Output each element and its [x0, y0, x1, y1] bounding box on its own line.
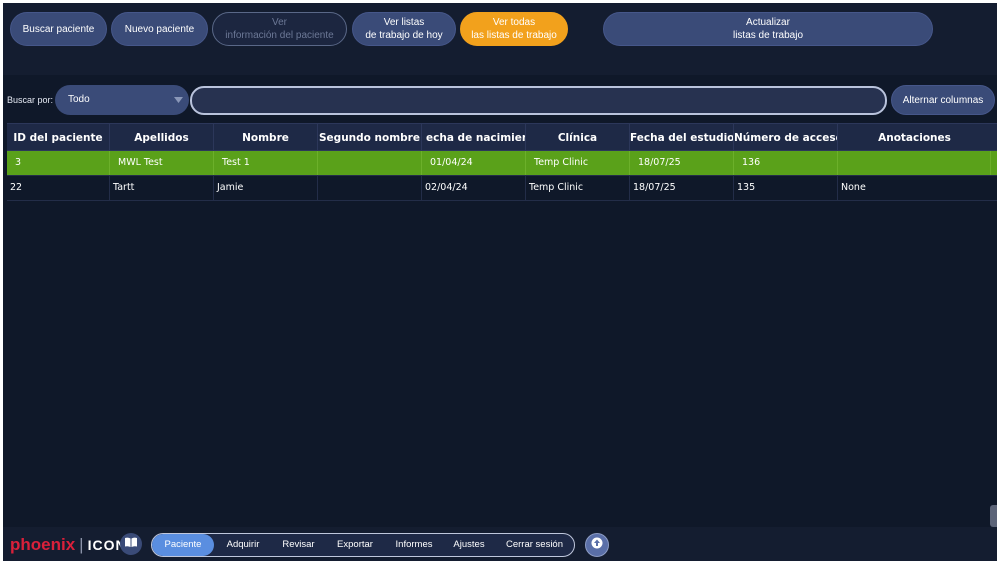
book-icon — [124, 535, 138, 553]
nav-item-patient[interactable]: Paciente — [152, 534, 214, 556]
bottom-navigation: phoenix | ICON Paciente Adquirir Revisar E… — [3, 527, 997, 561]
nav-item-settings[interactable]: Ajustes — [443, 534, 495, 556]
table-row[interactable]: 22 Tartt Jamie 02/04/24 Temp Clinic 18/0… — [7, 176, 997, 201]
main-nav: Paciente Adquirir Revisar Exportar Infor… — [151, 533, 575, 557]
nav-item-logout[interactable]: Cerrar sesión — [495, 534, 574, 556]
column-header-middle-name[interactable]: Segundo nombre — [318, 124, 422, 152]
cell-annotations — [838, 151, 991, 175]
column-header-study-date[interactable]: Fecha del estudio — [630, 124, 734, 152]
toggle-columns-label: Alternar columnas — [902, 95, 984, 106]
cell-accession-number: 136 — [734, 151, 838, 175]
all-worklists-line2: las listas de trabajo — [471, 30, 557, 41]
column-header-patient-id[interactable]: ID del paciente — [7, 124, 110, 152]
column-header-last-name[interactable]: Apellidos — [110, 124, 214, 152]
all-worklists-button[interactable]: Ver todas las listas de trabajo — [460, 12, 568, 46]
all-worklists-line1: Ver todas — [492, 17, 536, 28]
cell-first-name: Test 1 — [214, 151, 318, 175]
cell-clinic: Temp Clinic — [526, 151, 630, 175]
search-field-value: Todo — [68, 94, 90, 105]
cell-study-date: 18/07/25 — [630, 151, 734, 175]
phoenix-icon-logo: phoenix | ICON — [10, 535, 127, 555]
cell-first-name: Jamie — [214, 176, 318, 200]
column-header-first-name[interactable]: Nombre — [214, 124, 318, 152]
column-header-clinic[interactable]: Clínica — [526, 124, 630, 152]
today-worklists-line1: Ver listas — [383, 17, 425, 28]
worklist-table: ID del paciente Apellidos Nombre Segundo… — [7, 123, 997, 201]
chevron-down-icon — [174, 85, 183, 127]
view-patient-info-button[interactable]: Ver información del paciente — [212, 12, 347, 46]
cell-middle-name — [318, 176, 422, 200]
new-patient-button[interactable]: Nuevo paciente — [111, 12, 208, 46]
logo-brand: phoenix — [10, 535, 76, 554]
search-patient-label: Buscar paciente — [22, 23, 95, 35]
nav-item-review[interactable]: Revisar — [272, 534, 325, 556]
cell-clinic: Temp Clinic — [526, 176, 630, 200]
column-header-annotations[interactable]: Anotaciones — [838, 124, 991, 152]
search-field-select[interactable]: Todo — [55, 85, 189, 115]
refresh-worklists-line2: listas de trabajo — [732, 30, 804, 41]
manual-button[interactable] — [120, 533, 142, 555]
table-header: ID del paciente Apellidos Nombre Segundo… — [7, 123, 997, 152]
toggle-columns-button[interactable]: Alternar columnas — [891, 85, 995, 115]
cell-middle-name — [318, 151, 422, 175]
today-worklists-button[interactable]: Ver listas de trabajo de hoy — [352, 12, 456, 46]
cell-last-name: Tartt — [110, 176, 214, 200]
cell-patient-id: 22 — [7, 176, 110, 200]
column-header-birth-date[interactable]: echa de nacimient — [422, 124, 526, 152]
app-window: Buscar paciente Nuevo paciente Ver infor… — [3, 3, 997, 561]
search-patient-button[interactable]: Buscar paciente — [10, 12, 107, 46]
cell-last-name: MWL Test — [110, 151, 214, 175]
logo-separator: | — [79, 535, 84, 554]
refresh-worklists-line1: Actualizar — [746, 17, 790, 28]
cell-study-date: 18/07/25 — [630, 176, 734, 200]
upload-button[interactable] — [585, 533, 609, 557]
cell-accession-number: 135 — [734, 176, 838, 200]
side-panel-handle[interactable] — [990, 505, 997, 527]
search-row: Buscar por: Todo Alternar columnas — [3, 75, 997, 123]
nav-item-export[interactable]: Exportar — [325, 534, 385, 556]
cell-birth-date: 01/04/24 — [422, 151, 526, 175]
today-worklists-line2: de trabajo de hoy — [365, 30, 443, 41]
table-row[interactable]: 3 MWL Test Test 1 01/04/24 Temp Clinic 1… — [7, 151, 997, 176]
search-by-label: Buscar por: — [7, 95, 54, 105]
nav-item-acquire[interactable]: Adquirir — [214, 534, 272, 556]
nav-item-reports[interactable]: Informes — [385, 534, 443, 556]
view-patient-info-line1: Ver — [271, 17, 287, 28]
view-patient-info-line2: información del paciente — [225, 30, 334, 41]
cell-birth-date: 02/04/24 — [422, 176, 526, 200]
cell-annotations: None — [841, 182, 866, 193]
refresh-worklists-button[interactable]: Actualizar listas de trabajo — [603, 12, 933, 46]
cell-patient-id: 3 — [7, 151, 110, 175]
top-toolbar: Buscar paciente Nuevo paciente Ver infor… — [3, 3, 997, 75]
new-patient-label: Nuevo paciente — [124, 23, 195, 35]
upload-icon — [591, 536, 603, 554]
column-header-accession-number[interactable]: Número de acceso — [734, 124, 838, 152]
search-input[interactable] — [190, 86, 887, 115]
